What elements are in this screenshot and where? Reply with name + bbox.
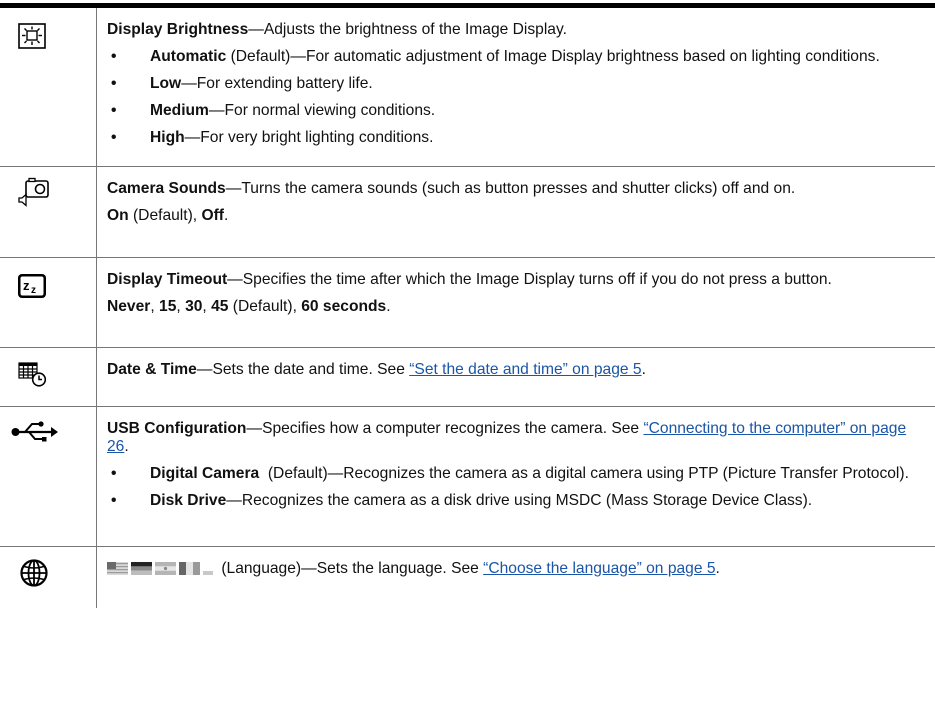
option-list: Digital Camera (Default)—Recognizes the … (107, 465, 927, 510)
us-flag-icon (107, 561, 128, 575)
list-item: Automatic (Default)—For automatic adjust… (107, 48, 927, 66)
icon-cell: z z (0, 257, 97, 348)
option-default-note: (Default), (128, 206, 202, 224)
icon-cell (0, 546, 97, 608)
table-row: (Language)—Sets the language. See “Choos… (0, 546, 935, 608)
text-cell: Camera Sounds—Turns the camera sounds (s… (96, 166, 935, 258)
option-text: (Default)—Recognizes the camera as a dig… (259, 464, 909, 482)
setting-description: —Adjusts the brightness of the Image Dis… (248, 21, 567, 38)
icon-cell (0, 347, 97, 407)
table-row: z z Display Timeout—Specifies the time a… (0, 257, 935, 348)
option-text: —Recognizes the camera as a disk drive u… (226, 491, 813, 509)
option-separator: (Default), (228, 297, 302, 315)
text-cell: USB Configuration—Specifies how a comput… (96, 406, 935, 547)
option-term: High (150, 129, 185, 146)
option-value: 15 (159, 297, 177, 315)
option-values: Never, 15, 30, 45 (Default), 60 seconds. (107, 298, 927, 316)
display-timeout-icon: z z (18, 273, 46, 298)
option-separator: . (386, 297, 391, 315)
table-row: USB Configuration—Specifies how a comput… (0, 406, 935, 547)
sentence-end: . (124, 437, 129, 455)
setting-title: Display Timeout (107, 270, 228, 288)
list-item: Digital Camera (Default)—Recognizes the … (107, 465, 927, 483)
camera-sounds-icon (18, 177, 49, 207)
list-item: Medium—For normal viewing conditions. (107, 102, 927, 120)
option-text: —For very bright lighting conditions. (184, 129, 434, 146)
option-separator: , (176, 297, 186, 315)
list-item: High—For very bright lighting conditions… (107, 129, 927, 147)
german-flag-icon (131, 561, 152, 575)
option-term: Automatic (150, 48, 227, 65)
date-time-icon (18, 361, 47, 387)
sentence-end: . (715, 559, 720, 577)
setting-description: (Language)—Sets the language. See (217, 559, 484, 577)
option-term: Low (150, 75, 182, 92)
option-value: 60 seconds (301, 297, 387, 315)
italy-flag-icon (179, 561, 200, 575)
more-flags-icon (203, 570, 213, 575)
settings-table: Display Brightness—Adjusts the brightnes… (0, 8, 935, 608)
option-separator: , (202, 297, 212, 315)
text-cell: (Language)—Sets the language. See “Choos… (97, 546, 935, 608)
text-cell: Date & Time—Sets the date and time. See … (96, 347, 935, 407)
option-text: (Default)—For automatic adjustment of Im… (226, 48, 880, 65)
language-globe-icon (20, 558, 48, 587)
argentina-flag-icon (155, 561, 176, 575)
icon-cell (0, 406, 97, 547)
option-term: Disk Drive (150, 491, 227, 509)
row-heading: Display Brightness—Adjusts the brightnes… (107, 21, 927, 39)
display-brightness-icon (18, 23, 46, 49)
option-term: Medium (150, 102, 209, 119)
table-row: Date & Time—Sets the date and time. See … (0, 347, 935, 407)
option-value: 30 (185, 297, 203, 315)
option-on: On (107, 206, 129, 224)
setting-description: —Turns the camera sounds (such as button… (225, 179, 796, 197)
setting-title: Date & Time (107, 360, 197, 378)
setting-title: Display Brightness (107, 21, 249, 38)
option-value: Never (107, 297, 151, 315)
list-item: Disk Drive—Recognizes the camera as a di… (107, 492, 927, 510)
text-cell: Display Timeout—Specifies the time after… (96, 257, 935, 348)
setting-description: —Specifies the time after which the Imag… (227, 270, 832, 288)
row-heading: Camera Sounds—Turns the camera sounds (s… (107, 180, 927, 198)
set-date-time-link[interactable]: “Set the date and time” on page 5 (409, 361, 641, 378)
usb-icon (11, 420, 58, 441)
setting-title: USB Configuration (107, 419, 247, 437)
setting-title: Camera Sounds (107, 179, 226, 197)
svg-text:z: z (23, 278, 30, 293)
table-row: Display Brightness—Adjusts the brightnes… (0, 8, 935, 167)
option-off: Off (201, 206, 224, 224)
setting-description: —Specifies how a computer recognizes the… (246, 419, 644, 437)
list-item: Low—For extending battery life. (107, 75, 927, 93)
row-heading: (Language)—Sets the language. See “Choos… (107, 560, 927, 578)
language-flags-icon (107, 561, 213, 575)
choose-language-link[interactable]: “Choose the language” on page 5 (483, 560, 715, 577)
option-separator: , (150, 297, 160, 315)
option-text: —For extending battery life. (181, 75, 373, 92)
row-heading: USB Configuration—Specifies how a comput… (107, 420, 927, 456)
option-list: Automatic (Default)—For automatic adjust… (107, 48, 927, 147)
sentence-end: . (641, 360, 646, 378)
icon-cell (0, 166, 97, 258)
svg-text:z: z (31, 285, 36, 296)
row-heading: Date & Time—Sets the date and time. See … (107, 361, 927, 379)
option-text: —For normal viewing conditions. (208, 102, 436, 119)
setting-description: —Sets the date and time. See (196, 360, 410, 378)
icon-cell (0, 8, 97, 167)
option-value: 45 (211, 297, 229, 315)
option-values: On (Default), Off. (107, 207, 927, 225)
table-row: Camera Sounds—Turns the camera sounds (s… (0, 166, 935, 258)
text-cell: Display Brightness—Adjusts the brightnes… (96, 8, 935, 167)
option-term: Digital Camera (150, 464, 260, 482)
option-end: . (223, 206, 229, 224)
row-heading: Display Timeout—Specifies the time after… (107, 271, 927, 289)
